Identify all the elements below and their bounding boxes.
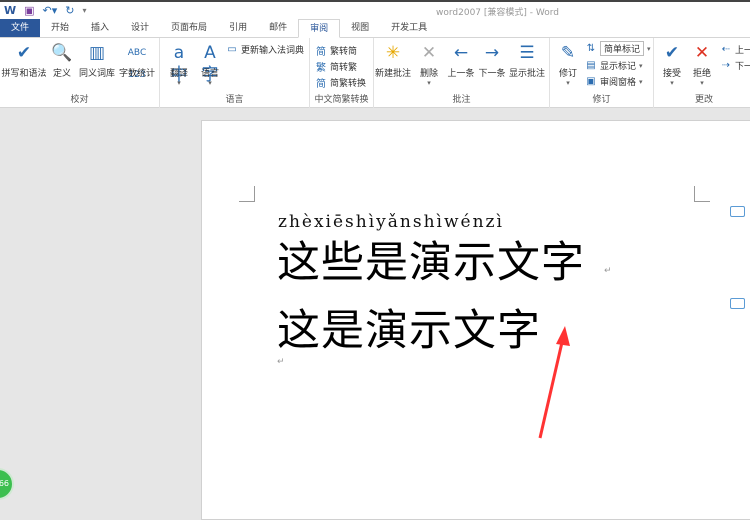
group-language: a中 翻译 ▾ A字 语言 ▾ ▭ 更新输入法词典 语言 xyxy=(160,38,310,108)
undo-icon[interactable]: ↶▾ xyxy=(43,4,58,17)
translate-icon: a中 xyxy=(170,43,188,85)
group-label: 语言 xyxy=(225,95,244,105)
redo-icon[interactable]: ↻ xyxy=(65,4,74,17)
translate-button[interactable]: a中 翻译 ▾ xyxy=(164,42,194,87)
previous-change-button[interactable]: ⇠ 上一 xyxy=(720,43,750,56)
next-icon: ⇢ xyxy=(721,60,731,71)
tab-home[interactable]: 开始 xyxy=(40,19,80,37)
spelling-grammar-button[interactable]: ✔ 拼写和语法 xyxy=(1,42,47,79)
convert-icon: 简 xyxy=(316,79,326,90)
group-label: 中文简繁转换 xyxy=(314,95,369,105)
pane-icon: ▣ xyxy=(586,76,596,87)
tab-design[interactable]: 设计 xyxy=(120,19,160,37)
save-icon[interactable]: ▣ xyxy=(24,4,34,17)
accept-button[interactable]: ✔ 接受 ▾ xyxy=(658,42,686,87)
tab-developer[interactable]: 开发工具 xyxy=(380,19,438,37)
arrow-shaft xyxy=(538,337,565,439)
previous-comment-button[interactable]: ← 上一条 xyxy=(446,42,476,79)
quick-access-toolbar: W ▣ ↶▾ ↻ ▾ xyxy=(4,4,87,17)
ribbon: ✔ 拼写和语法 🔍 定义 ▥ 同义词库 ABC 123 字数统计 校对 a中 翻译 ▾ A字语… xyxy=(0,38,750,108)
group-tracking: ✎ 修订 ▾ ⇅ 简单标记 ▾ ▤ 显示标记 ▾ ▣ 审阅窗格 ▾ 修订 xyxy=(550,38,654,108)
track-changes-icon: ✎ xyxy=(560,43,576,63)
document-line-1[interactable]: 这些是演示文字 xyxy=(277,228,585,290)
window-title: word2007 [兼容模式] - Word xyxy=(436,8,560,18)
word-count-icon: ABC 123 xyxy=(127,48,147,80)
tab-layout[interactable]: 页面布局 xyxy=(160,19,218,37)
group-changes: ✔ 接受 ▾ ✕ 拒绝 ▾ ⇠ 上一 ⇢ 下一 更改 xyxy=(654,38,750,108)
delete-comment-button[interactable]: ✕ 删除 ▾ xyxy=(416,42,442,87)
tab-references[interactable]: 引用 xyxy=(218,19,258,37)
floating-badge[interactable]: 66 xyxy=(0,468,14,500)
convert-button[interactable]: 简简繁转换 xyxy=(315,75,366,90)
define-button[interactable]: 🔍 定义 xyxy=(51,42,73,79)
tab-mailings[interactable]: 邮件 xyxy=(258,19,298,37)
document-line-2[interactable]: 这是演示文字 xyxy=(277,296,541,358)
dictionary-icon: ▭ xyxy=(227,44,237,55)
word-icon: W xyxy=(4,4,17,17)
thesaurus-button[interactable]: ▥ 同义词库 xyxy=(77,42,117,79)
define-icon: 🔍 xyxy=(51,43,73,63)
title-bar: W ▣ ↶▾ ↻ ▾ word2007 [兼容模式] - Word xyxy=(0,0,750,19)
delete-icon: ✕ xyxy=(421,43,437,63)
tab-insert[interactable]: 插入 xyxy=(80,19,120,37)
simp-to-trad-button[interactable]: 繁简转繁 xyxy=(315,59,357,74)
arrow-right-icon: → xyxy=(484,43,500,63)
reviewing-pane-button[interactable]: ▣ 审阅窗格 ▾ xyxy=(585,75,642,88)
markup-dropdown[interactable]: ⇅ 简单标记 ▾ xyxy=(585,41,651,56)
simp-to-trad-icon: 繁 xyxy=(316,63,326,74)
group-label: 批注 xyxy=(452,95,471,105)
group-label: 校对 xyxy=(70,95,89,105)
arrow-head xyxy=(556,326,570,346)
track-changes-button[interactable]: ✎ 修订 ▾ xyxy=(554,42,582,87)
customize-icon[interactable]: ▾ xyxy=(83,6,87,15)
spellcheck-icon: ✔ xyxy=(16,43,32,63)
show-comments-icon: ☰ xyxy=(519,43,535,63)
show-comments-button[interactable]: ☰ 显示批注 xyxy=(508,42,546,79)
red-arrow-annotation xyxy=(538,326,570,439)
update-ime-button[interactable]: ▭ 更新输入法词典 xyxy=(226,43,304,56)
tab-view[interactable]: 视图 xyxy=(340,19,380,37)
language-button[interactable]: A字 语言 ▾ xyxy=(195,42,225,87)
language-icon: A字 xyxy=(201,43,219,85)
margin-corner xyxy=(694,186,710,202)
group-comments: ✳ 新建批注 ✕ 删除 ▾ ← 上一条 → 下一条 ☰ 显示批注 批注 xyxy=(374,38,550,108)
group-label: 修订 xyxy=(592,95,611,105)
paragraph-mark: ↵ xyxy=(604,266,612,276)
trad-to-simp-button[interactable]: 简繁转简 xyxy=(315,43,357,58)
word-count-button[interactable]: ABC 123 字数统计 xyxy=(118,42,156,80)
tab-review[interactable]: 审阅 xyxy=(298,19,341,38)
paragraph-mark: ↵ xyxy=(277,357,285,367)
group-proofing: ✔ 拼写和语法 🔍 定义 ▥ 同义词库 ABC 123 字数统计 校对 xyxy=(0,38,160,108)
show-markup-icon: ▤ xyxy=(586,60,596,71)
trad-to-simp-icon: 简 xyxy=(316,47,326,58)
show-markup-button[interactable]: ▤ 显示标记 ▾ xyxy=(585,59,642,72)
book-icon: ▥ xyxy=(88,43,106,63)
margin-corner xyxy=(239,186,255,202)
new-comment-icon: ✳ xyxy=(385,43,401,63)
tab-file[interactable]: 文件 xyxy=(0,19,40,37)
previous-icon: ⇠ xyxy=(721,44,731,55)
accept-icon: ✔ xyxy=(664,43,680,63)
comment-icon[interactable] xyxy=(730,298,745,309)
group-chinese-conversion: 简繁转简 繁简转繁 简简繁转换 中文简繁转换 xyxy=(310,38,374,108)
ribbon-tabs: 文件 开始 插入 设计 页面布局 引用 邮件 审阅 视图 开发工具 xyxy=(0,19,750,38)
group-label: 更改 xyxy=(694,95,713,105)
next-change-button[interactable]: ⇢ 下一 xyxy=(720,59,750,72)
reject-button[interactable]: ✕ 拒绝 ▾ xyxy=(688,42,716,87)
reject-icon: ✕ xyxy=(694,43,710,63)
new-comment-button[interactable]: ✳ 新建批注 xyxy=(375,42,411,79)
arrow-left-icon: ← xyxy=(453,43,469,63)
next-comment-button[interactable]: → 下一条 xyxy=(477,42,507,79)
comment-icon[interactable] xyxy=(730,206,745,217)
markup-icon: ⇅ xyxy=(586,43,596,54)
